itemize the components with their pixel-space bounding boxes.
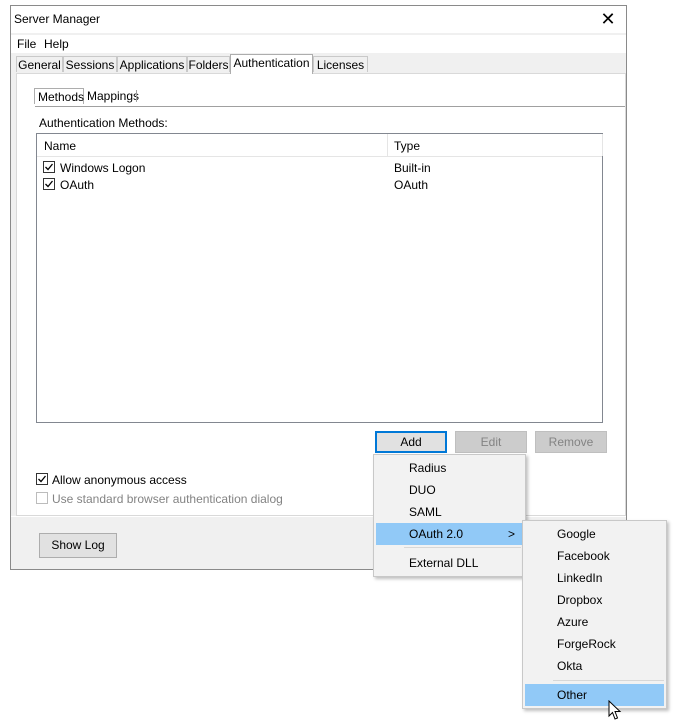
- menu-item-external-dll[interactable]: External DLL: [376, 552, 523, 574]
- tab-folders[interactable]: Folders: [187, 56, 230, 72]
- row-name: Windows Logon: [60, 161, 146, 175]
- tab-authentication[interactable]: Authentication: [230, 54, 313, 74]
- oauth-submenu: Google Facebook LinkedIn Dropbox Azure F…: [522, 520, 667, 709]
- menu-item-saml[interactable]: SAML: [376, 501, 523, 523]
- add-button[interactable]: Add: [375, 431, 447, 453]
- allow-anonymous-label[interactable]: Allow anonymous access: [52, 473, 187, 487]
- row-name: OAuth: [60, 178, 95, 192]
- add-dropdown-menu: Radius DUO SAML OAuth 2.0 > External DLL: [373, 454, 526, 577]
- close-icon[interactable]: ✕: [598, 9, 618, 29]
- menu-item-oauth2[interactable]: OAuth 2.0 >: [376, 523, 523, 545]
- subtab-divider: [136, 90, 137, 102]
- row-checkbox[interactable]: [43, 161, 55, 173]
- subtab-methods[interactable]: Methods: [34, 88, 84, 104]
- menu-separator: [553, 680, 664, 681]
- list-header: Name Type: [37, 134, 603, 157]
- auth-methods-label: Authentication Methods:: [39, 116, 168, 130]
- subtab-mappings[interactable]: Mappings: [84, 88, 139, 104]
- column-header-name[interactable]: Name: [44, 139, 76, 153]
- menu-item-oauth2-label: OAuth 2.0: [409, 527, 464, 541]
- check-icon: [38, 475, 47, 483]
- menu-item-radius[interactable]: Radius: [376, 457, 523, 479]
- std-browser-auth-label: Use standard browser authentication dial…: [52, 492, 283, 506]
- check-icon: [45, 180, 54, 188]
- show-log-button[interactable]: Show Log: [39, 533, 117, 558]
- menu-file[interactable]: File: [17, 37, 36, 51]
- std-browser-auth-checkbox[interactable]: [36, 492, 48, 504]
- check-icon: [45, 163, 54, 171]
- remove-button[interactable]: Remove: [535, 431, 607, 453]
- footer-separator: [11, 516, 626, 517]
- edit-button[interactable]: Edit: [455, 431, 527, 453]
- menu-bar: File Help: [11, 35, 626, 53]
- column-divider[interactable]: [387, 134, 388, 156]
- tab-sessions[interactable]: Sessions: [63, 56, 117, 72]
- table-row[interactable]: Windows Logon Built-in: [37, 160, 602, 177]
- column-header-type[interactable]: Type: [394, 139, 420, 153]
- submenu-item-forgerock[interactable]: ForgeRock: [525, 633, 664, 655]
- submenu-item-linkedin[interactable]: LinkedIn: [525, 567, 664, 589]
- row-type: Built-in: [394, 161, 431, 175]
- tab-applications[interactable]: Applications: [117, 56, 187, 72]
- table-row[interactable]: OAuth OAuth: [37, 177, 602, 194]
- submenu-item-google[interactable]: Google: [525, 523, 664, 545]
- chevron-right-icon: >: [507, 527, 515, 541]
- submenu-item-dropbox[interactable]: Dropbox: [525, 589, 664, 611]
- submenu-item-facebook[interactable]: Facebook: [525, 545, 664, 567]
- submenu-item-okta[interactable]: Okta: [525, 655, 664, 677]
- column-divider[interactable]: [602, 134, 603, 156]
- server-manager-window: Server Manager ✕ File Help General Sessi…: [10, 5, 627, 570]
- tab-licenses[interactable]: Licenses: [313, 56, 368, 72]
- menu-item-duo[interactable]: DUO: [376, 479, 523, 501]
- submenu-item-other[interactable]: Other: [525, 684, 664, 706]
- window-title: Server Manager: [14, 12, 101, 26]
- title-bar: Server Manager ✕: [11, 6, 626, 33]
- mouse-pointer-icon: [608, 700, 622, 720]
- subtab-rule: [35, 106, 625, 107]
- allow-anonymous-checkbox[interactable]: [36, 473, 48, 485]
- auth-methods-list[interactable]: Name Type Windows Logon Built-in OAuth O…: [36, 133, 603, 423]
- row-checkbox[interactable]: [43, 178, 55, 190]
- menu-separator: [404, 547, 521, 548]
- row-type: OAuth: [394, 178, 429, 192]
- submenu-item-azure[interactable]: Azure: [525, 611, 664, 633]
- menu-help[interactable]: Help: [44, 37, 69, 51]
- tab-general[interactable]: General: [16, 56, 63, 72]
